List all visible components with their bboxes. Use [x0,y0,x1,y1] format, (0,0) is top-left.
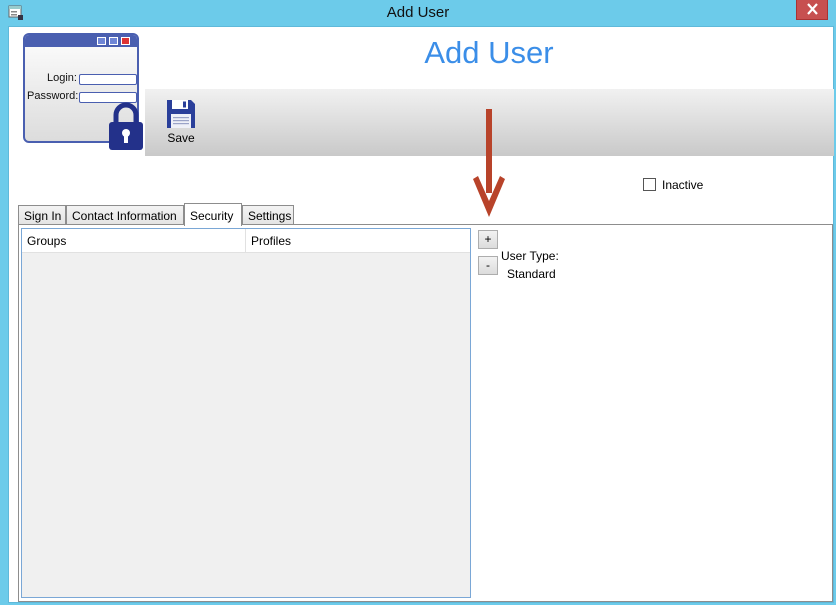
save-label: Save [167,131,195,145]
client-area: Login: Password: Add User Save Inactive … [8,26,834,603]
lock-icon [109,102,143,150]
list-header: Groups Profiles [22,229,470,253]
add-user-window: Add User Login: Password: Add User Save … [0,0,836,605]
user-type-value: Standard [507,267,556,281]
tab-security[interactable]: Security [184,203,242,226]
close-icon [807,3,818,15]
tab-settings[interactable]: Settings [242,205,294,225]
remove-group-button[interactable]: - [478,256,498,275]
logo-login-label: Login: [47,72,77,84]
user-type-label: User Type: [501,249,559,263]
inactive-checkbox-box[interactable] [643,178,656,191]
security-tab-panel: Groups Profiles + - User Type: Standard [18,224,833,602]
logo-minimize-graphic [97,37,106,45]
add-group-button[interactable]: + [478,230,498,249]
down-arrow-icon [473,109,505,217]
window-title: Add User [386,4,450,21]
tab-contact-information[interactable]: Contact Information [66,205,184,225]
page-title: Add User [424,35,554,70]
tab-sign-in[interactable]: Sign In [18,205,66,225]
column-header-groups[interactable]: Groups [22,229,246,252]
logo-password-label: Password: [27,90,79,102]
save-button[interactable]: Save [163,97,199,149]
login-logo: Login: Password: [23,33,145,151]
column-header-profiles[interactable]: Profiles [246,229,470,252]
floppy-disk-icon [167,100,195,128]
logo-titlebar [25,35,137,47]
logo-login-field-graphic [79,74,137,85]
close-button[interactable] [796,0,828,20]
logo-close-graphic [121,37,130,45]
groups-profiles-list[interactable]: Groups Profiles [21,228,471,598]
inactive-label: Inactive [662,178,704,192]
title-bar[interactable]: Add User [0,0,836,26]
logo-maximize-graphic [109,37,118,45]
